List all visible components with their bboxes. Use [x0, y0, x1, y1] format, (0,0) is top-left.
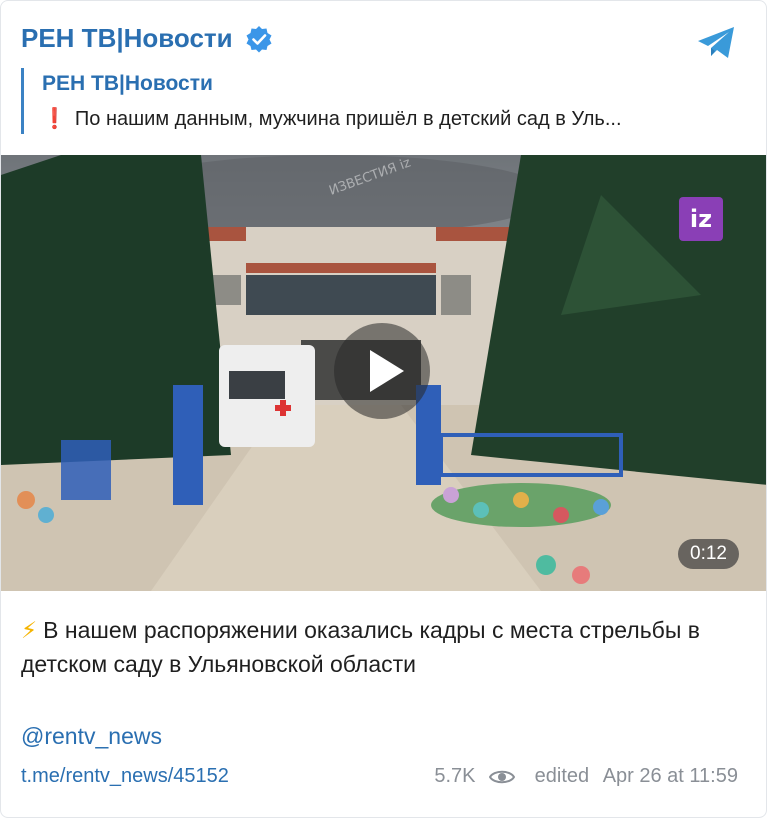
video-thumbnail[interactable]: ИЗВЕСТИЯ iz iz 0:12 — [1, 155, 766, 591]
play-button[interactable] — [334, 323, 430, 419]
post-body: В нашем распоряжении оказались кадры с м… — [21, 617, 700, 677]
reply-title: РЕН ТВ|Новости — [42, 72, 213, 95]
post-header: РЕН ТВ|Новости — [21, 23, 746, 63]
exclamation-icon: ❗ — [42, 108, 67, 130]
post-footer: t.me/rentv_news/45152 5.7K edited Apr 26… — [21, 765, 738, 795]
channel-handle-link[interactable]: @rentv_news — [21, 723, 162, 750]
reply-text: По нашим данным, мужчина пришёл в детски… — [74, 108, 622, 130]
edited-label: edited — [534, 765, 590, 788]
izvestia-logo: iz — [679, 197, 723, 241]
eye-icon — [489, 770, 516, 783]
verified-badge-icon — [246, 25, 272, 52]
post-link[interactable]: t.me/rentv_news/45152 — [21, 765, 229, 788]
reply-quote[interactable]: РЕН ТВ|Новости ❗ По нашим данным, мужчина… — [21, 68, 746, 134]
play-icon — [370, 350, 404, 392]
channel-name[interactable]: РЕН ТВ|Новости — [21, 23, 233, 54]
post-meta: 5.7K edited Apr 26 at 11:59 — [434, 765, 738, 788]
lightning-icon: ⚡ — [21, 617, 38, 643]
post-text: ⚡ В нашем распоряжении оказались кадры с … — [21, 613, 746, 681]
telegram-post-card: РЕН ТВ|Новости РЕН ТВ|Новости ❗ По нашим … — [0, 0, 767, 818]
post-datetime: Apr 26 at 11:59 — [602, 765, 738, 788]
video-duration: 0:12 — [678, 539, 739, 569]
telegram-icon[interactable] — [696, 25, 738, 61]
reply-preview: ❗ По нашим данным, мужчина пришёл в детск… — [42, 106, 746, 131]
view-count: 5.7K — [434, 765, 476, 788]
